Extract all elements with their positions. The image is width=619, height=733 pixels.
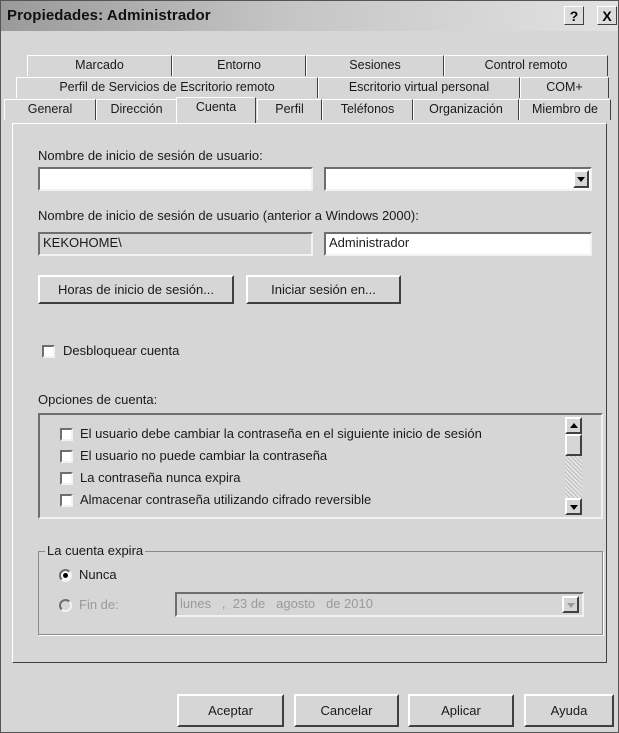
option-label: La contraseña nunca expira: [80, 470, 241, 485]
account-expires-legend: La cuenta expira: [45, 543, 146, 558]
tab-escritorio-virtual-personal[interactable]: Escritorio virtual personal: [318, 77, 520, 98]
tab-cuenta[interactable]: Cuenta: [176, 97, 256, 123]
logon-to-button[interactable]: Iniciar sesión en...: [246, 275, 401, 304]
help-title-button[interactable]: ?: [564, 6, 584, 25]
tab-telefonos[interactable]: Teléfonos: [322, 99, 413, 120]
close-icon: X: [602, 8, 612, 24]
option-checkbox[interactable]: [60, 472, 73, 485]
account-tab-panel: Nombre de inicio de sesión de usuario: N…: [12, 123, 607, 663]
unlock-account-checkbox[interactable]: [42, 345, 55, 358]
upn-suffix-dropdown[interactable]: [324, 167, 592, 191]
tab-miembro-de[interactable]: Miembro de: [519, 99, 611, 120]
properties-dialog: Propiedades: Administrador ? X Marcado E…: [0, 0, 619, 733]
unlock-account-label: Desbloquear cuenta: [63, 343, 180, 358]
logon-name-label: Nombre de inicio de sesión de usuario:: [38, 148, 263, 163]
tab-organizacion[interactable]: Organización: [413, 99, 519, 120]
tab-entorno[interactable]: Entorno: [172, 55, 306, 76]
tab-sesiones[interactable]: Sesiones: [306, 55, 444, 76]
cancel-button[interactable]: Cancelar: [294, 694, 399, 727]
logon-hours-button[interactable]: Horas de inicio de sesión...: [38, 275, 234, 304]
expiration-date-picker[interactable]: lunes , 23 de agosto de 2010: [175, 592, 584, 617]
scroll-up-button[interactable]: [565, 417, 582, 434]
title-bar[interactable]: Propiedades: Administrador ? X: [1, 1, 618, 31]
option-checkbox[interactable]: [60, 494, 73, 507]
pre2000-logon-label: Nombre de inicio de sesión de usuario (a…: [38, 208, 419, 223]
chevron-down-icon[interactable]: [573, 170, 589, 188]
apply-button[interactable]: Aplicar: [408, 694, 514, 727]
option-label: El usuario no puede cambiar la contraseñ…: [80, 448, 328, 463]
pre2000-logon-input[interactable]: Administrador: [324, 232, 592, 256]
scrollbar-thumb[interactable]: [565, 434, 582, 456]
account-expires-group: La cuenta expira Nunca Fin de: lunes , 2…: [38, 543, 603, 635]
help-button[interactable]: Ayuda: [524, 694, 614, 727]
tab-perfil[interactable]: Perfil: [257, 99, 322, 120]
expiration-date-value: lunes , 23 de agosto de 2010: [180, 596, 373, 611]
expires-end-of-radio[interactable]: [59, 599, 72, 612]
tab-marcado[interactable]: Marcado: [27, 55, 172, 76]
scrollbar-track[interactable]: [565, 456, 582, 498]
tab-direccion[interactable]: Dirección: [96, 99, 177, 120]
tab-perfil-servicios-escritorio-remoto[interactable]: Perfil de Servicios de Escritorio remoto: [16, 77, 318, 98]
option-checkbox[interactable]: [60, 450, 73, 463]
expires-never-radio[interactable]: [59, 569, 72, 582]
tab-com-plus[interactable]: COM+: [520, 77, 609, 98]
tab-control-remoto[interactable]: Control remoto: [444, 55, 608, 76]
window-title: Propiedades: Administrador: [7, 7, 211, 24]
account-options-label: Opciones de cuenta:: [38, 392, 158, 407]
expires-never-label: Nunca: [79, 567, 117, 582]
option-checkbox[interactable]: [60, 428, 73, 441]
logon-name-input[interactable]: [38, 167, 313, 191]
close-title-button[interactable]: X: [597, 6, 617, 25]
option-label: El usuario debe cambiar la contraseña en…: [80, 426, 482, 441]
ok-button[interactable]: Aceptar: [177, 694, 284, 727]
domain-prefix-field: KEKOHOME\: [38, 232, 313, 256]
tab-general[interactable]: General: [4, 99, 96, 120]
expires-end-of-label: Fin de:: [79, 597, 119, 612]
scroll-down-button[interactable]: [565, 498, 582, 515]
help-icon: ?: [569, 8, 579, 24]
calendar-dropdown-icon[interactable]: [562, 596, 579, 613]
option-label: Almacenar contraseña utilizando cifrado …: [80, 492, 372, 507]
account-options-list[interactable]: El usuario debe cambiar la contraseña en…: [38, 413, 603, 519]
